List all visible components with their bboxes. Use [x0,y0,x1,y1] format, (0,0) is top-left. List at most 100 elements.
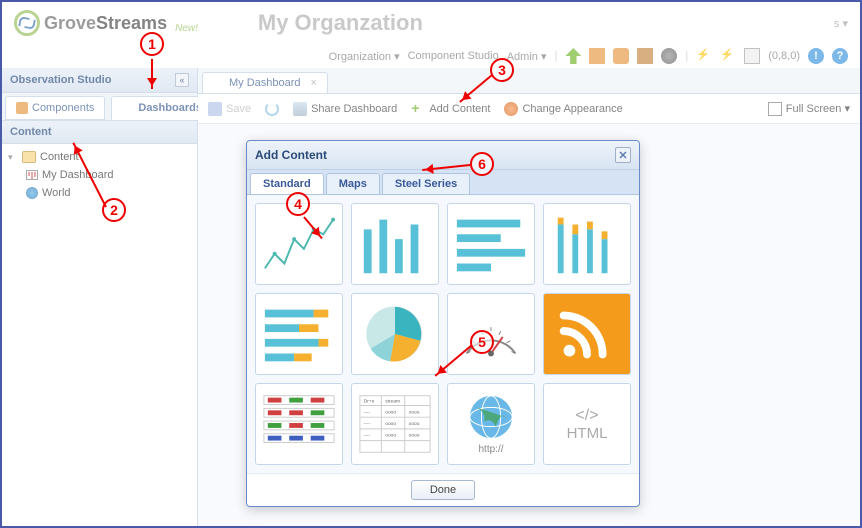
box-icon[interactable] [637,48,653,64]
dialog-body: Dr+e stream ---- oooo oooo ---- oooo oooo ---- oo… [247,195,639,473]
tree-label: My Dashboard [42,169,114,181]
tab-label: My Dashboard [229,77,301,89]
svg-text:Dr+e: Dr+e [364,399,375,405]
svg-text:oooo: oooo [385,434,396,439]
sidebar-tabs: Components Dashboards [2,93,197,121]
tab-label: Components [32,102,94,114]
info-icon[interactable]: ! [808,48,824,64]
help-icon[interactable]: ? [832,48,848,64]
components-icon [16,102,28,114]
tree-label: World [42,187,71,199]
org-title: My Organzation [258,10,423,36]
tree: ▾ Content My Dashboard World [2,144,197,206]
svg-text:----: ---- [364,422,371,427]
add-content-dialog: Add Content ✕ Standard Maps Steel Series [246,140,640,507]
svg-text:oooo: oooo [385,410,396,415]
dialog-tabs: Standard Maps Steel Series [247,170,639,195]
brand-logo: GroveStreams New! [14,10,198,36]
svg-text:stream: stream [385,399,400,405]
widget-hbar-chart[interactable] [447,203,535,285]
dialog-tab-standard[interactable]: Standard [250,173,324,194]
share-icon [293,102,307,116]
user-menu[interactable]: s ▾ [834,17,848,30]
fullscreen-button[interactable]: Full Screen ▾ [768,102,850,116]
button-label: Add Content [429,103,490,115]
separator: | [685,50,688,62]
dialog-header: Add Content ✕ [247,141,639,170]
button-label: Change Appearance [522,103,622,115]
tree-item-world[interactable]: World [2,184,197,202]
content-tree-panel: ▾ Content My Dashboard World [2,144,197,526]
bolt-icon[interactable]: ⚡ [720,48,736,64]
tree-item-content[interactable]: ▾ Content [2,148,197,166]
observation-title: Observation Studio [10,74,111,86]
content-title: Content [10,126,52,138]
svg-text:oooo: oooo [409,410,420,415]
widget-column-chart[interactable] [351,203,439,285]
brand-tag: New! [175,23,198,34]
refresh-icon [265,102,279,116]
widget-http[interactable]: http:// [447,383,535,465]
folder-icon [22,151,36,163]
dashboards-icon [122,102,134,114]
close-icon[interactable]: × [311,77,317,89]
separator: | [554,50,557,62]
tab-label: Dashboards [138,102,202,114]
dialog-close-button[interactable]: ✕ [615,147,631,163]
dialog-tab-maps[interactable]: Maps [326,173,380,194]
upload-icon[interactable] [565,48,581,64]
widget-pie-chart[interactable] [351,293,439,375]
fullscreen-icon [768,102,782,116]
grid-icon[interactable] [589,48,605,64]
widget-grid: Dr+e stream ---- oooo oooo ---- oooo oooo ---- oo… [255,203,631,465]
logo-icon [14,10,40,36]
widget-rss[interactable] [543,293,631,375]
add-content-button[interactable]: + Add Content [411,102,490,116]
widget-line-chart[interactable] [255,203,343,285]
collapse-button[interactable]: « [175,73,189,87]
appearance-icon [504,102,518,116]
main-tab-my-dashboard[interactable]: My Dashboard × [202,72,328,93]
nav-component-studio[interactable]: Component Studio [408,50,499,62]
svg-text:oooo: oooo [409,422,420,427]
tree-item-my-dashboard[interactable]: My Dashboard [2,166,197,184]
content-panel-header: Content [2,121,197,144]
html-bottom: HTML [567,425,608,442]
tab-components[interactable]: Components [5,96,105,120]
nav-organization[interactable]: Organization ▾ [329,50,400,63]
tree-toggle[interactable]: ▾ [8,152,18,163]
widget-gauge[interactable] [447,293,535,375]
dashboard-toolbar: Save Share Dashboard + Add Content Change… [198,94,860,124]
widget-stacked-column[interactable] [543,203,631,285]
dashboard-icon [213,77,225,89]
main-tab-strip: My Dashboard × [198,68,860,94]
widget-stacked-hbar[interactable] [255,293,343,375]
nav-admin[interactable]: Admin ▾ [507,50,547,63]
save-button[interactable]: Save [208,102,251,116]
top-toolbar: Organization ▾ Component Studio Admin ▾ … [2,44,860,68]
plus-icon: + [411,102,425,116]
gear-icon[interactable] [661,48,677,64]
refresh-button[interactable] [265,102,279,116]
feed-icon[interactable] [613,48,629,64]
bolt-icon[interactable]: ⚡ [696,48,712,64]
html-top: </> [567,407,608,425]
counter-label: (0,8,0) [768,50,800,62]
dialog-tab-steel-series[interactable]: Steel Series [382,173,470,194]
observation-panel-header: Observation Studio « [2,68,197,93]
tree-label: Content [40,151,79,163]
share-button[interactable]: Share Dashboard [293,102,397,116]
brand-name: GroveStreams [44,13,167,34]
mail-icon[interactable] [744,48,760,64]
change-appearance-button[interactable]: Change Appearance [504,102,622,116]
widget-html[interactable]: </> HTML [543,383,631,465]
save-icon [208,102,222,116]
svg-text:----: ---- [364,410,371,415]
widget-status-leds[interactable] [255,383,343,465]
done-button[interactable]: Done [411,480,475,500]
widget-data-table[interactable]: Dr+e stream ---- oooo oooo ---- oooo oooo ---- oo… [351,383,439,465]
svg-text:----: ---- [364,434,371,439]
dialog-footer: Done [247,473,639,506]
svg-text:oooo: oooo [385,422,396,427]
dialog-title: Add Content [255,148,327,162]
